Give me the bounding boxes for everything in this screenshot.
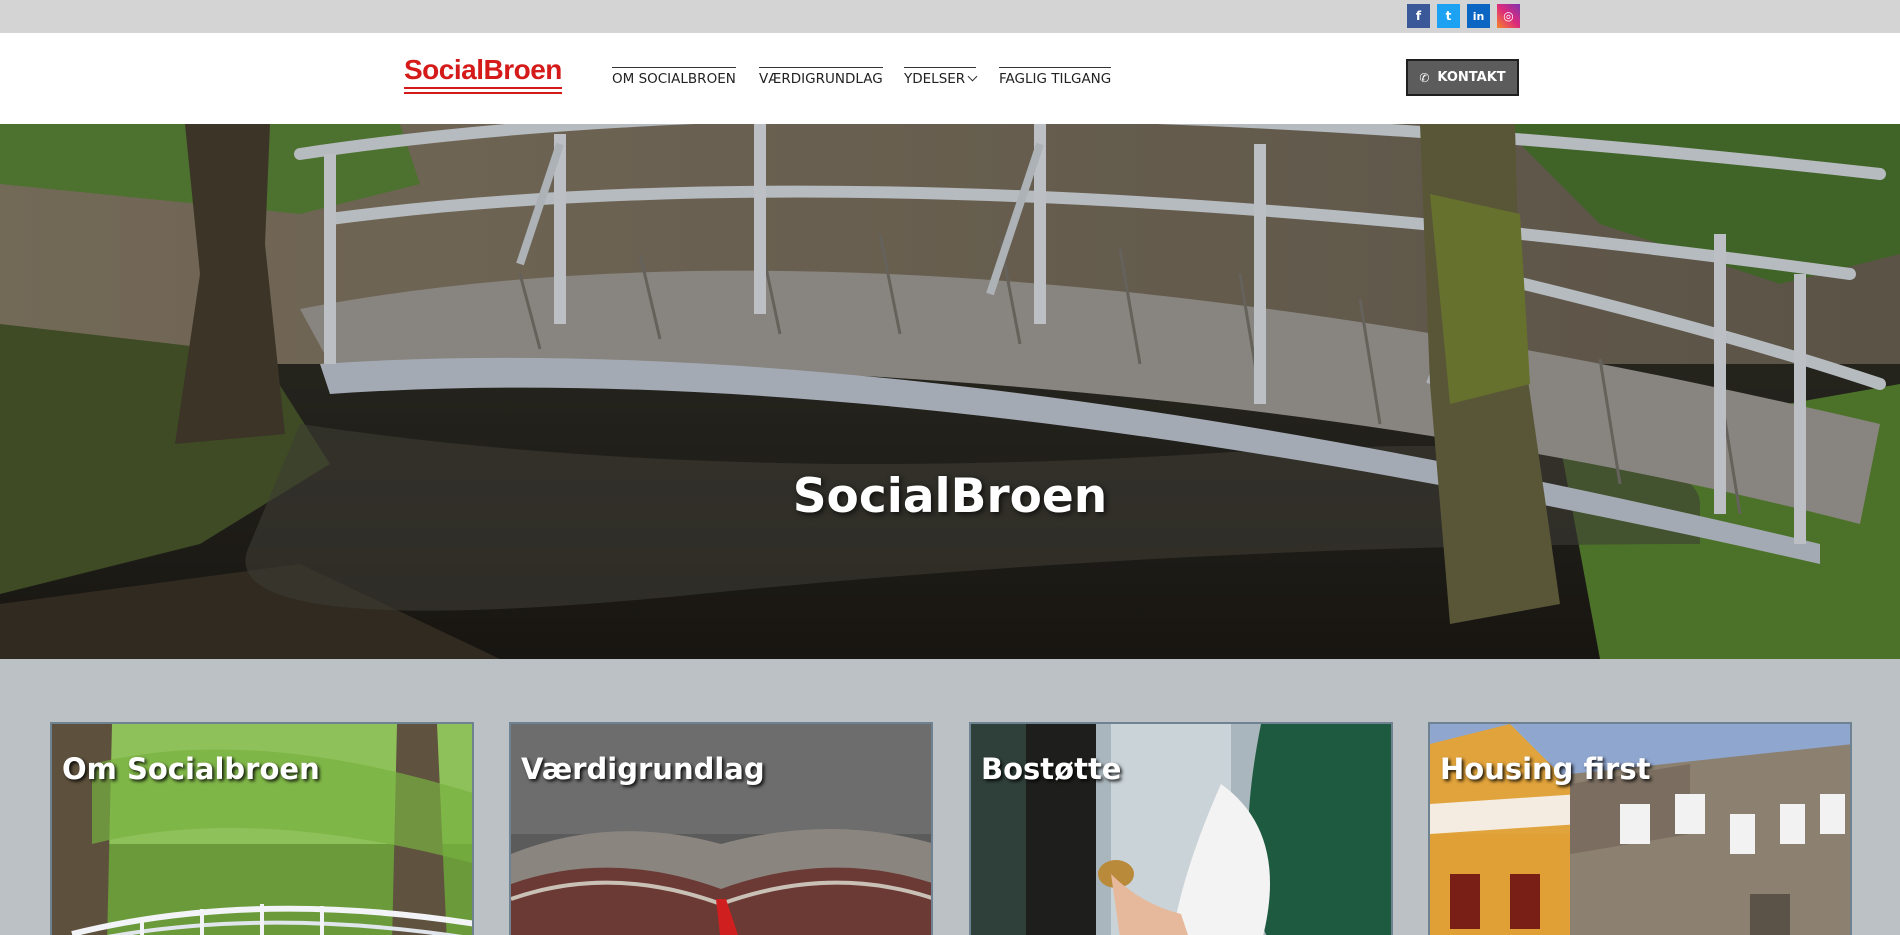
nav-vaerdigrundlag[interactable]: VÆRDIGRUNDLAG: [759, 67, 883, 87]
card-title: Housing first: [1440, 752, 1651, 786]
hero-banner: SocialBroen: [0, 124, 1900, 659]
nav-ydelser[interactable]: YDELSER: [904, 67, 978, 87]
nav-om-socialbroen[interactable]: OM SOCIALBROEN: [612, 67, 736, 87]
card-bostotte[interactable]: Bostøtte: [969, 722, 1393, 935]
card-title: Om Socialbroen: [62, 752, 320, 786]
logo-underline: [404, 87, 562, 94]
hero-title: SocialBroen: [792, 469, 1108, 524]
nav-ydelser-label: YDELSER: [904, 71, 966, 87]
site-header: SocialBroen OM SOCIALBROEN VÆRDIGRUNDLAG…: [0, 33, 1900, 124]
card-housing-first[interactable]: Housing first: [1428, 722, 1852, 935]
card-vaerdigrundlag[interactable]: Værdigrundlag: [509, 722, 933, 935]
twitter-icon[interactable]: t: [1437, 4, 1460, 28]
linkedin-icon[interactable]: in: [1467, 4, 1490, 28]
chevron-down-icon: [967, 71, 978, 82]
logo-text: SocialBroen: [404, 54, 562, 85]
facebook-icon[interactable]: f: [1407, 4, 1430, 28]
nav-faglig-tilgang[interactable]: FAGLIG TILGANG: [999, 67, 1112, 87]
instagram-icon[interactable]: ◎: [1497, 4, 1520, 28]
site-logo[interactable]: SocialBroen: [404, 56, 562, 98]
card-title: Bostøtte: [981, 752, 1122, 786]
phone-icon: ✆: [1419, 70, 1430, 85]
contact-label: KONTAKT: [1437, 70, 1506, 85]
card-om-socialbroen[interactable]: Om Socialbroen: [50, 722, 474, 935]
hero-bridge-image: [0, 124, 1900, 659]
card-title: Værdigrundlag: [521, 752, 765, 786]
social-bar: f t in ◎: [0, 0, 1900, 33]
contact-button[interactable]: ✆ KONTAKT: [1406, 59, 1519, 96]
